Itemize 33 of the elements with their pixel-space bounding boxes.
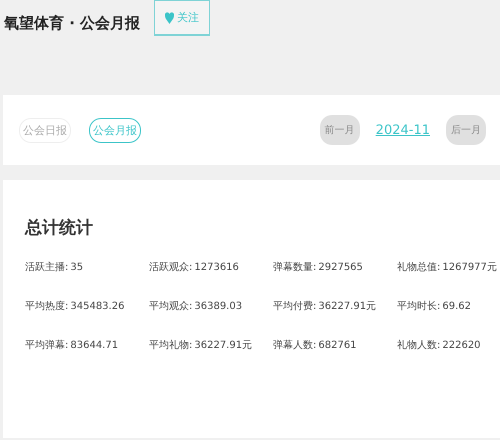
stat-value: 36389.03 <box>194 300 242 314</box>
next-month-button[interactable]: 后一月 <box>446 115 486 145</box>
tab[interactable]: 公会月报 <box>89 118 141 142</box>
stat-value: 1273616 <box>194 261 239 275</box>
stat-label: 平均弹幕: <box>25 339 68 353</box>
stat-label: 平均礼物: <box>149 339 192 353</box>
follow-button[interactable]: 关注 <box>154 0 210 36</box>
section-title: 总计统计 <box>25 217 94 239</box>
stat-value: 1267977元 <box>442 261 497 275</box>
page-title: 氧望体育 · 公会月报 <box>4 13 140 34</box>
stat-label: 活跃观众: <box>149 261 192 275</box>
tab[interactable]: 公会日报 <box>19 118 71 142</box>
stat-value: 35 <box>70 261 84 275</box>
stat-value: 36227.91元 <box>318 300 376 314</box>
stat-value: 69.62 <box>442 300 472 314</box>
stat-value: 83644.71 <box>70 339 118 353</box>
stat-label: 礼物人数: <box>397 339 440 353</box>
stat-value: 36227.91元 <box>194 339 252 353</box>
stat-label: 平均付费: <box>273 300 316 314</box>
stat-label: 弹幕人数: <box>273 339 316 353</box>
stat-value: 2927565 <box>318 261 363 275</box>
stat-label: 活跃主播: <box>25 261 68 275</box>
stat-label: 平均时长: <box>397 300 440 314</box>
stat-value: 222620 <box>442 339 481 353</box>
stat-value: 345483.26 <box>70 300 124 314</box>
stat-label: 礼物总值: <box>397 261 440 275</box>
stat-label: 弹幕数量: <box>273 261 316 275</box>
stat-label: 平均观众: <box>149 300 192 314</box>
month-link[interactable]: 2024-11 <box>376 122 430 138</box>
heart-icon <box>165 12 174 24</box>
previous-month-button[interactable]: 前一月 <box>320 115 360 145</box>
stat-value: 682761 <box>318 339 357 353</box>
stat-label: 平均热度: <box>25 300 68 314</box>
